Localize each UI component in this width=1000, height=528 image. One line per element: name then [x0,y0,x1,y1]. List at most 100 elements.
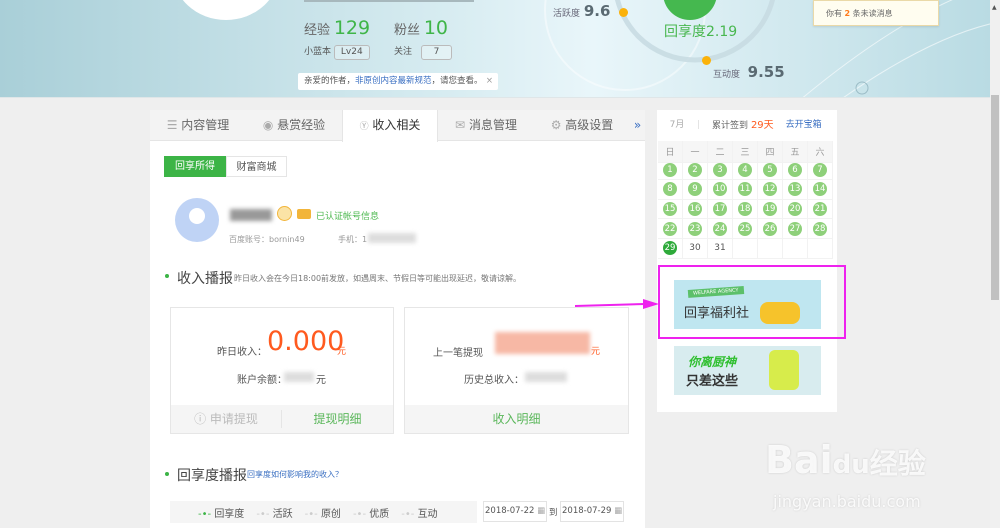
date-from-value: 2018-07-22 [485,506,535,516]
tab-content[interactable]: ☰ 内容管理 [150,110,246,141]
share-value: 2.19 [706,24,738,40]
msg-count: 2 [844,9,851,18]
legend-share[interactable]: -•- 回享度 [198,505,244,520]
tab-reward[interactable]: ◉ 悬赏经验 [246,110,342,141]
share-help-link[interactable]: 回享度如何影响我的收入？ [247,469,343,480]
day-number: 18 [738,202,752,217]
calendar-day: 3 [708,160,733,181]
balance-blurred [284,372,314,382]
legend-interact[interactable]: -•- 互动 [401,505,437,520]
balance-label: 账户余额： [237,375,287,386]
legend-line-icon: -•- [198,508,212,520]
coins-icon [760,302,800,324]
notice-close-icon[interactable]: × [486,73,493,90]
calendar-day: 1 [658,160,683,181]
tab-label: 悬赏经验 [277,118,326,132]
subtab-share-earnings[interactable]: 回享所得 [164,156,226,177]
calendar-month: 7月 [669,120,685,130]
notice-link[interactable]: 非原创内容最新规范 [355,76,432,86]
date-to-input[interactable]: 2018-07-29 ▦ [560,501,624,522]
signin-calendar: 日一二三四五六 1 2 3 4 5 6 7 8 9 10 11 12 13 14 15 16 17 18 19 20 21… [658,141,837,259]
tab-label: 内容管理 [181,118,230,132]
withdraw-card: 上一笔提现 元 历史总收入： 收入明细 [404,307,629,434]
fans-value: 10 [423,17,449,39]
day-number: 19 [763,202,777,217]
apply-withdraw-button[interactable]: ⓘ 申请提现 [171,410,282,428]
level-badge: Lv24 [333,45,370,60]
follow-count: 7 [420,45,453,60]
interact-score: 互动度 9.55 [713,63,785,81]
welfare-banner[interactable]: WELFARE AGENCY 回享福利社 [674,280,821,329]
user-avatar[interactable] [172,0,280,20]
chef-line1: 你离厨神 [688,355,737,369]
day-number: 26 [763,221,777,236]
chef-banner[interactable]: 你离厨神 只差这些 [674,346,821,395]
legend-label: 原创 [320,508,341,520]
calendar-day: 31 [708,238,733,259]
exp-stat: 经验 129 [304,17,370,39]
follow-stat[interactable]: 关注 7 [394,44,453,60]
day-number: 14 [813,182,827,197]
subtab-wealth-mall[interactable]: 财富商城 [226,156,287,177]
calendar-day: 18 [733,199,758,220]
welfare-sub: WELFARE AGENCY [687,286,744,298]
signin-prefix: 累计签到 [712,121,749,131]
day-number: 5 [763,162,777,177]
level-label: 小蓝本 [304,47,332,57]
exp-label: 经验 [304,23,331,38]
calendar-icon[interactable]: ▦ [537,506,545,516]
income-detail-link[interactable]: 收入明细 [405,405,628,433]
legend-quality[interactable]: -•- 优质 [353,505,389,520]
chef-line2: 只差这些 [686,374,739,389]
verified-link[interactable]: 已认证帐号信息 [316,209,379,222]
legend-original[interactable]: -•- 原创 [305,505,341,520]
tab-settings[interactable]: ⚙ 高级设置 [534,110,630,141]
calendar-icon[interactable]: ▦ [614,506,622,516]
yesterday-value: 0.000 [267,326,345,357]
level-stat: 小蓝本 Lv24 [304,44,370,60]
day-number: 2 [688,162,702,177]
legend-label: 活跃 [272,508,293,520]
day-number: 6 [788,162,802,177]
interact-dot [702,56,711,65]
legend-line-icon: -•- [304,508,318,520]
calendar-day: 21 [808,199,833,220]
calendar-day: 28 [808,219,833,239]
profile-avatar [175,198,219,242]
fans-stat[interactable]: 粉丝 10 [394,17,448,39]
date-from-input[interactable]: 2018-07-22 ▦ [483,501,547,522]
tab-label: 高级设置 [565,118,614,132]
tab-label: 收入相关 [372,118,421,132]
notice-suffix: ，请您查看。 [431,76,483,86]
yesterday-income-card: 昨日收入： 0.000 元 账户余额： 元 ⓘ 申请提现 提现明细 [170,307,394,434]
msg-suffix: 条未读消息 [852,9,893,18]
mail-icon: ✉ [455,118,466,132]
fans-label: 粉丝 [394,23,421,38]
exp-value: 129 [333,17,371,39]
account-label: 百度账号：bornin49 [229,235,305,244]
legend-label: 回享度 [214,508,245,520]
day-number: 1 [663,162,677,177]
baidu-watermark: Baidu经验 jingyan.baidu.com [765,420,945,520]
page-scrollbar[interactable]: ▲ [990,0,1000,528]
calendar-day: 12 [758,180,783,200]
calendar-day: 20 [783,199,808,220]
open-treasure-link[interactable]: 去开宝箱 [786,110,822,141]
tab-income[interactable]: Ⓨ 收入相关 [342,110,438,142]
calendar-day: 29 [658,238,683,259]
tab-messages[interactable]: ✉ 消息管理 [438,110,534,141]
legend-active[interactable]: -•- 活跃 [256,505,292,520]
tab-label: 消息管理 [468,118,517,132]
scroll-up-icon[interactable]: ▲ [992,4,997,11]
id-card-icon [297,209,311,219]
scrollbar-thumb[interactable] [991,95,999,300]
activity-dot [619,8,628,17]
follow-label: 关注 [394,47,413,57]
unread-message-tip[interactable]: 你有 2 条未读消息 [813,0,939,26]
notice-bar: 亲爱的作者，非原创内容最新规范，请您查看。 × [298,73,498,90]
chart-legend: -•- 回享度 -•- 活跃 -•- 原创 -•- 优质 -•- 互动 [170,501,477,523]
tabs-more-button[interactable]: » [630,110,645,141]
calendar-day: 30 [683,238,708,259]
withdraw-detail-link[interactable]: 提现明细 [282,405,393,433]
welfare-title: 回享福利社 [684,306,750,321]
